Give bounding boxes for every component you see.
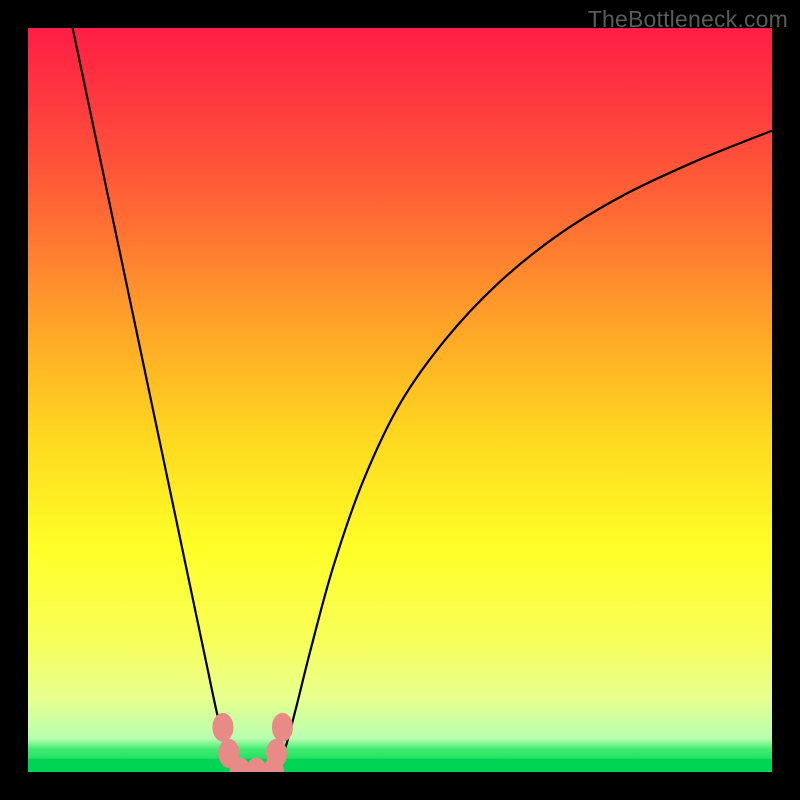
green-band	[28, 759, 772, 772]
marker-right-upper	[272, 713, 292, 741]
chart-svg	[28, 28, 772, 772]
plot-area	[28, 28, 772, 772]
gradient-bg	[28, 28, 772, 772]
marker-left-upper	[213, 713, 233, 741]
chart-frame: TheBottleneck.com	[0, 0, 800, 800]
watermark-text: TheBottleneck.com	[588, 6, 788, 33]
